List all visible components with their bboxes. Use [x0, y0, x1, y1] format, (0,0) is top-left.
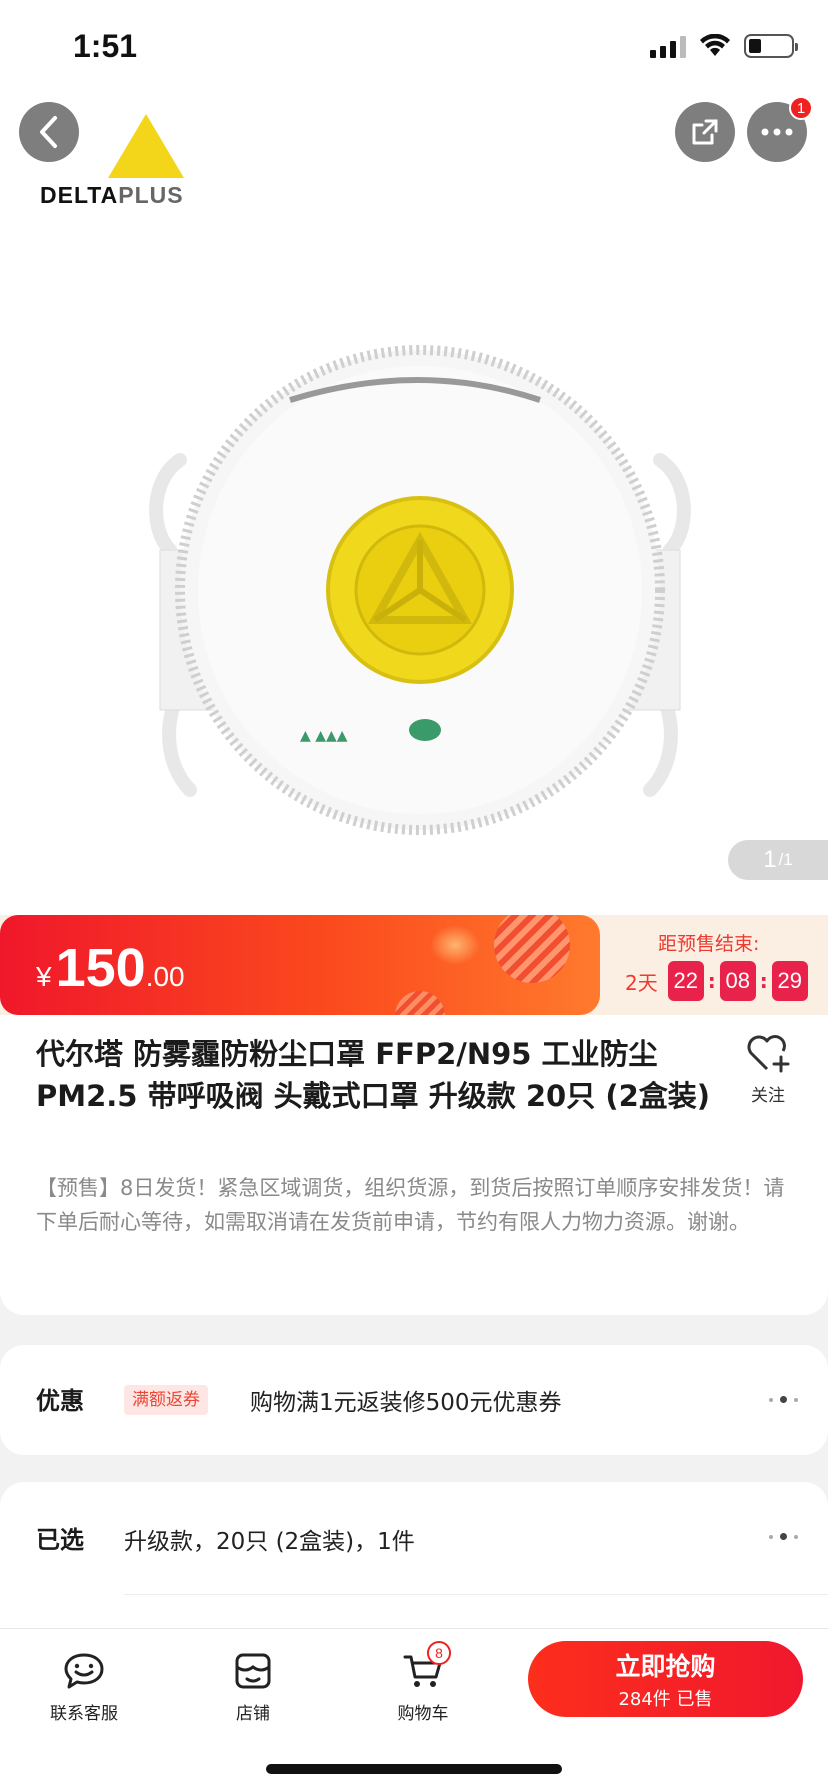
price-bar: ¥ 150 .00 距预售结束: 2天 22 : 08 : 29	[0, 915, 828, 1015]
chevron-left-icon	[40, 116, 57, 148]
countdown-minutes: 08	[719, 961, 756, 1001]
home-indicator[interactable]	[266, 1764, 562, 1774]
coupon-tag: 满额返券	[124, 1385, 208, 1415]
cart-count-badge: 8	[427, 1641, 451, 1665]
price: ¥ 150 .00	[36, 938, 185, 998]
countdown-seconds: 29	[771, 961, 808, 1001]
countdown-days: 2天	[625, 970, 658, 995]
status-time: 1:51	[73, 28, 138, 64]
sold-count: 284件 已售	[618, 1689, 713, 1710]
product-description: 【预售】8日发货！紧急区域调货，组织货源，到货后按照订单顺序安排发货！请下单后耐…	[36, 1176, 785, 1234]
image-page-indicator: 1/1	[728, 840, 828, 880]
price-banner: ¥ 150 .00	[0, 915, 600, 1015]
divider	[124, 1594, 828, 1595]
status-bar: 1:51	[0, 0, 828, 100]
more-dots-icon	[761, 128, 793, 136]
heart-plus-icon	[747, 1035, 790, 1073]
presale-countdown: 2天 22 : 08 : 29	[625, 961, 808, 1001]
buy-now-label: 立即抢购	[615, 1652, 716, 1681]
notification-badge: 1	[789, 96, 813, 120]
store-icon	[235, 1653, 271, 1689]
countdown-hours: 22	[667, 961, 704, 1001]
battery-icon	[744, 34, 798, 58]
status-icons	[650, 34, 798, 58]
selected-label: 已选	[36, 1526, 84, 1554]
coupon-text: 购物满1元返装修500元优惠券	[250, 1390, 562, 1416]
wifi-icon	[700, 34, 730, 56]
coupon-label: 优惠	[36, 1387, 84, 1415]
more-dots-icon	[769, 1396, 798, 1403]
coupon-row[interactable]: 优惠 满额返券 购物满1元返装修500元优惠券	[0, 1345, 828, 1455]
svg-text:▲ ▲▲▲: ▲ ▲▲▲	[300, 728, 348, 744]
more-dots-icon	[769, 1533, 798, 1540]
signal-icon	[650, 34, 686, 58]
share-icon	[692, 119, 718, 145]
product-title: 代尔塔 防雾霾防粉尘口罩 FFP2/N95 工业防尘 PM2.5 带呼吸阀 头戴…	[36, 1037, 711, 1113]
customer-service-button[interactable]: 联系客服	[24, 1649, 144, 1724]
back-button[interactable]	[19, 102, 79, 162]
follow-button[interactable]: 关注	[742, 1033, 794, 1106]
presale-countdown-label: 距预售结束:	[658, 933, 760, 955]
store-button[interactable]: 店铺	[193, 1649, 313, 1724]
delta-triangle-icon	[108, 114, 184, 178]
selected-spec-text: 升级款，20只 (2盒装)，1件	[124, 1529, 415, 1555]
cart-button[interactable]: 8 购物车	[363, 1641, 483, 1724]
more-button[interactable]: 1	[747, 96, 813, 162]
share-button[interactable]	[675, 102, 735, 162]
buy-now-button[interactable]: 立即抢购 284件 已售	[528, 1641, 803, 1717]
chat-bubble-icon	[64, 1653, 104, 1689]
product-image-gallery[interactable]: DELTAPLUS ▲ ▲▲▲ 1/1	[0, 100, 828, 915]
product-mask-image: ▲ ▲▲▲	[149, 345, 691, 835]
product-info-card: 代尔塔 防雾霾防粉尘口罩 FFP2/N95 工业防尘 PM2.5 带呼吸阀 头戴…	[0, 1015, 828, 1315]
